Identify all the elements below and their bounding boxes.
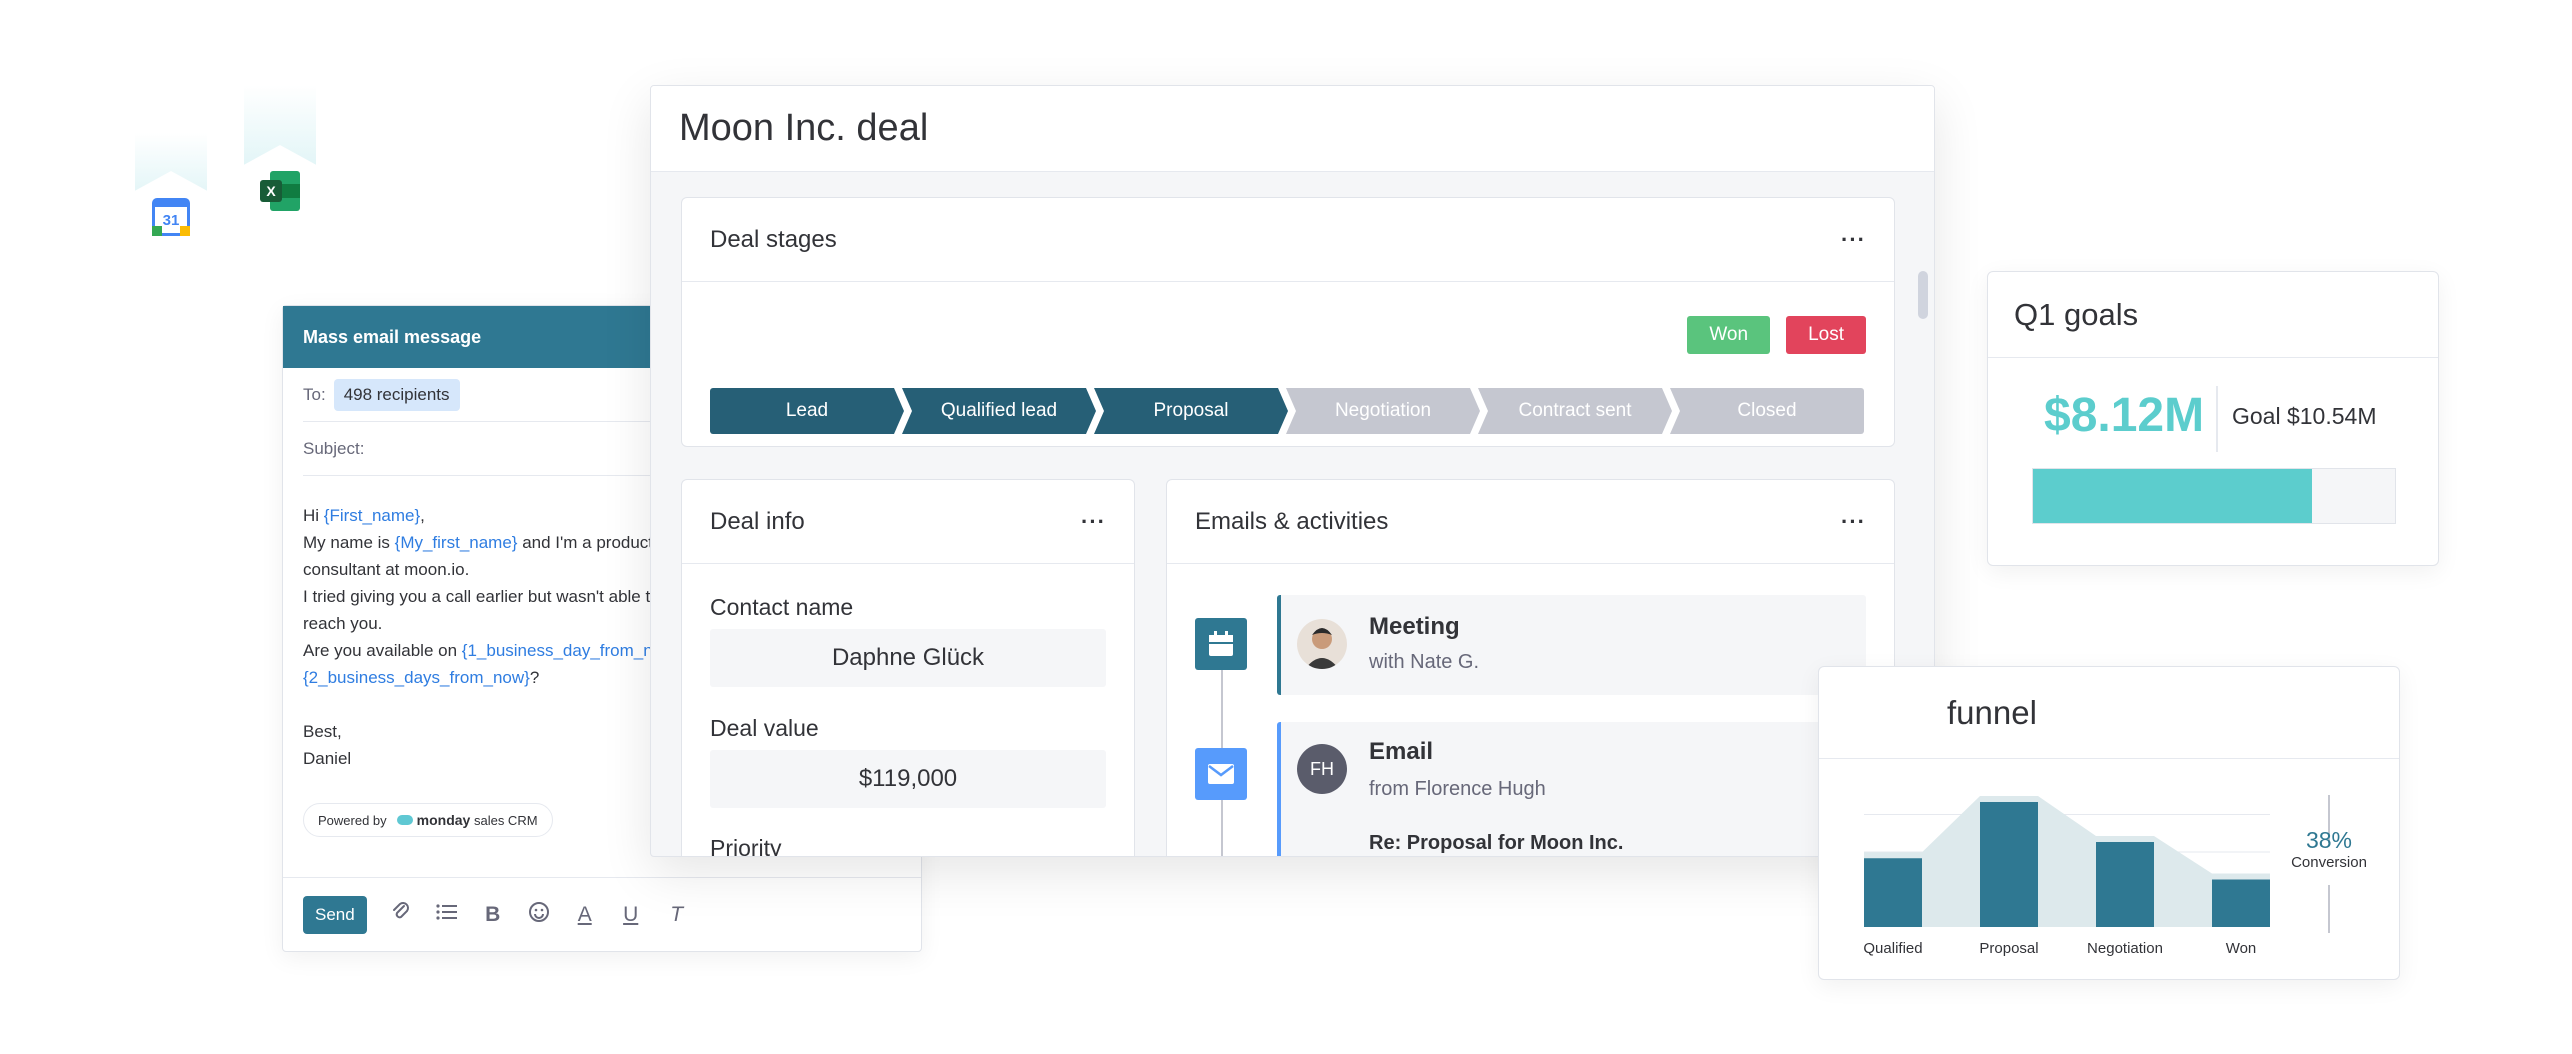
excel-icon: X	[260, 171, 300, 211]
deal-info-panel: Deal info ··· Contact name Daphne Glück …	[681, 479, 1135, 857]
recipients-chip[interactable]: 498 recipients	[333, 378, 460, 411]
template-variable: {1_business_day_from_now}	[461, 641, 681, 660]
funnel-card: funnel Qualified Proposal Negotiation Won 3…	[1818, 666, 2400, 980]
panel-header: Deal info ···	[682, 480, 1134, 564]
funnel-area	[1864, 796, 2270, 927]
emoji-icon[interactable]	[527, 901, 551, 929]
funnel-bar-won	[2212, 879, 2270, 927]
goal-progress-bar	[2032, 468, 2396, 524]
deal-window: Moon Inc. deal Deal stages ··· Won Lost …	[650, 85, 1935, 857]
attachment-icon[interactable]	[389, 901, 413, 929]
activity-subtitle: with Nate G.	[1369, 651, 1480, 673]
goal-progress-fill	[2033, 469, 2312, 523]
template-variable: {First_name}	[323, 506, 421, 525]
email-subject: Re: Proposal for Moon Inc.	[1369, 832, 1624, 854]
lost-button[interactable]: Lost	[1786, 316, 1866, 354]
underline-icon[interactable]: U	[619, 903, 643, 927]
panel-header: Deal stages ···	[682, 198, 1894, 282]
deal-value-value[interactable]: $119,000	[710, 750, 1106, 808]
template-variable: {My_first_name}	[394, 533, 518, 552]
avatar	[1297, 619, 1347, 669]
funnel-bar-negotiation	[2096, 842, 2154, 927]
powered-by-label: Powered by	[318, 812, 387, 828]
meeting-activity[interactable]: Meeting with Nate G.	[1277, 595, 1866, 695]
email-activity[interactable]: FH Email from Florence Hugh Re: Proposal…	[1277, 722, 1866, 856]
more-options-icon[interactable]: ···	[1841, 509, 1866, 535]
stage-negotiation[interactable]: Negotiation	[1286, 388, 1480, 434]
brand-suffix: sales CRM	[473, 812, 538, 828]
deal-info-title: Deal info	[710, 507, 805, 535]
goal-current-value: $8.12M	[2044, 389, 2205, 442]
won-button[interactable]: Won	[1687, 316, 1771, 354]
activity-title: Meeting	[1369, 613, 1460, 640]
activity-title: Email	[1369, 738, 1434, 765]
funnel-title: funnel	[1819, 667, 2399, 759]
conversion-value: 38%	[2305, 827, 2353, 853]
deal-title: Moon Inc. deal	[679, 107, 929, 149]
deal-title-bar: Moon Inc. deal	[651, 86, 1934, 172]
send-button[interactable]: Send	[303, 895, 367, 934]
goal-target: Goal $10.54M	[2232, 403, 2377, 429]
q1-goals-card: Q1 goals $8.12M Goal $10.54M	[1987, 271, 2439, 566]
template-variable: {2_business_days_from_now}	[303, 668, 530, 687]
panel-header: Emails & activities ···	[1167, 480, 1894, 564]
stage-lead[interactable]: Lead	[710, 388, 904, 434]
bold-icon[interactable]: B	[481, 903, 505, 927]
funnel-bar-qualified	[1864, 858, 1922, 927]
to-label: To:	[303, 384, 326, 404]
more-options-icon[interactable]: ···	[1841, 227, 1866, 253]
powered-by-badge[interactable]: Powered by monday sales CRM	[303, 803, 553, 837]
avatar: FH	[1297, 744, 1347, 794]
emails-activities-title: Emails & activities	[1195, 507, 1389, 535]
deal-stages-title: Deal stages	[710, 225, 837, 253]
deal-stages-panel: Deal stages ··· Won Lost Lead Qualified …	[681, 197, 1895, 447]
subject-label: Subject:	[303, 438, 365, 458]
google-calendar-icon: 31	[152, 198, 190, 236]
emails-activities-panel: Emails & activities ··· Meeting with Nat…	[1166, 479, 1895, 856]
deal-value-label: Deal value	[710, 715, 819, 741]
brand-name: monday	[416, 812, 471, 828]
clear-format-icon[interactable]: T	[665, 903, 689, 927]
outcome-buttons: Won Lost	[1687, 316, 1866, 354]
scrollbar[interactable]	[1918, 271, 1928, 319]
contact-name-label: Contact name	[710, 594, 854, 620]
calendar-icon	[1195, 618, 1247, 670]
google-calendar-badge: 31	[129, 133, 213, 263]
more-options-icon[interactable]: ···	[1081, 509, 1106, 535]
excel-badge: X	[238, 85, 322, 237]
contact-name-value[interactable]: Daphne Glück	[710, 629, 1106, 687]
stage-closed[interactable]: Closed	[1670, 388, 1864, 434]
funnel-tick-label: Negotiation	[2087, 940, 2163, 957]
priority-label: Priority	[710, 835, 782, 857]
arrow-down-icon	[2328, 885, 2330, 933]
email-toolbar: Send B A U T	[283, 877, 921, 951]
divider	[2216, 386, 2218, 452]
stage-pipeline: Lead Qualified lead Proposal Negotiation…	[710, 388, 1864, 434]
stage-proposal[interactable]: Proposal	[1094, 388, 1288, 434]
funnel-tick-label: Qualified	[1863, 940, 1922, 957]
funnel-tick-label: Proposal	[1979, 940, 2038, 957]
funnel-bar-proposal	[1980, 802, 2038, 927]
activity-subtitle: from Florence Hugh	[1369, 778, 1546, 800]
email-icon	[1195, 748, 1247, 800]
bullet-list-icon[interactable]	[435, 903, 459, 927]
text-color-icon[interactable]: A	[573, 903, 597, 927]
monday-logo-icon	[396, 815, 413, 825]
stage-contract-sent[interactable]: Contract sent	[1478, 388, 1672, 434]
stage-qualified-lead[interactable]: Qualified lead	[902, 388, 1096, 434]
conversion-label: Conversion	[2291, 854, 2367, 871]
goals-title: Q1 goals	[1988, 272, 2438, 358]
funnel-tick-label: Won	[2226, 940, 2257, 957]
conversion-block: 38% Conversion	[2289, 827, 2369, 871]
